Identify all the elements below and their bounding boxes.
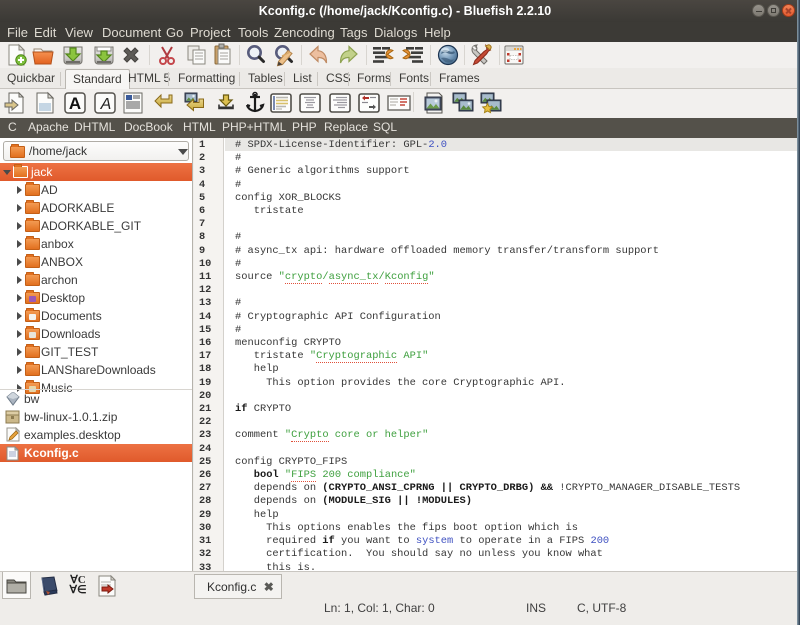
svg-text:A: A <box>100 96 112 113</box>
svg-text:A: A <box>69 94 81 113</box>
